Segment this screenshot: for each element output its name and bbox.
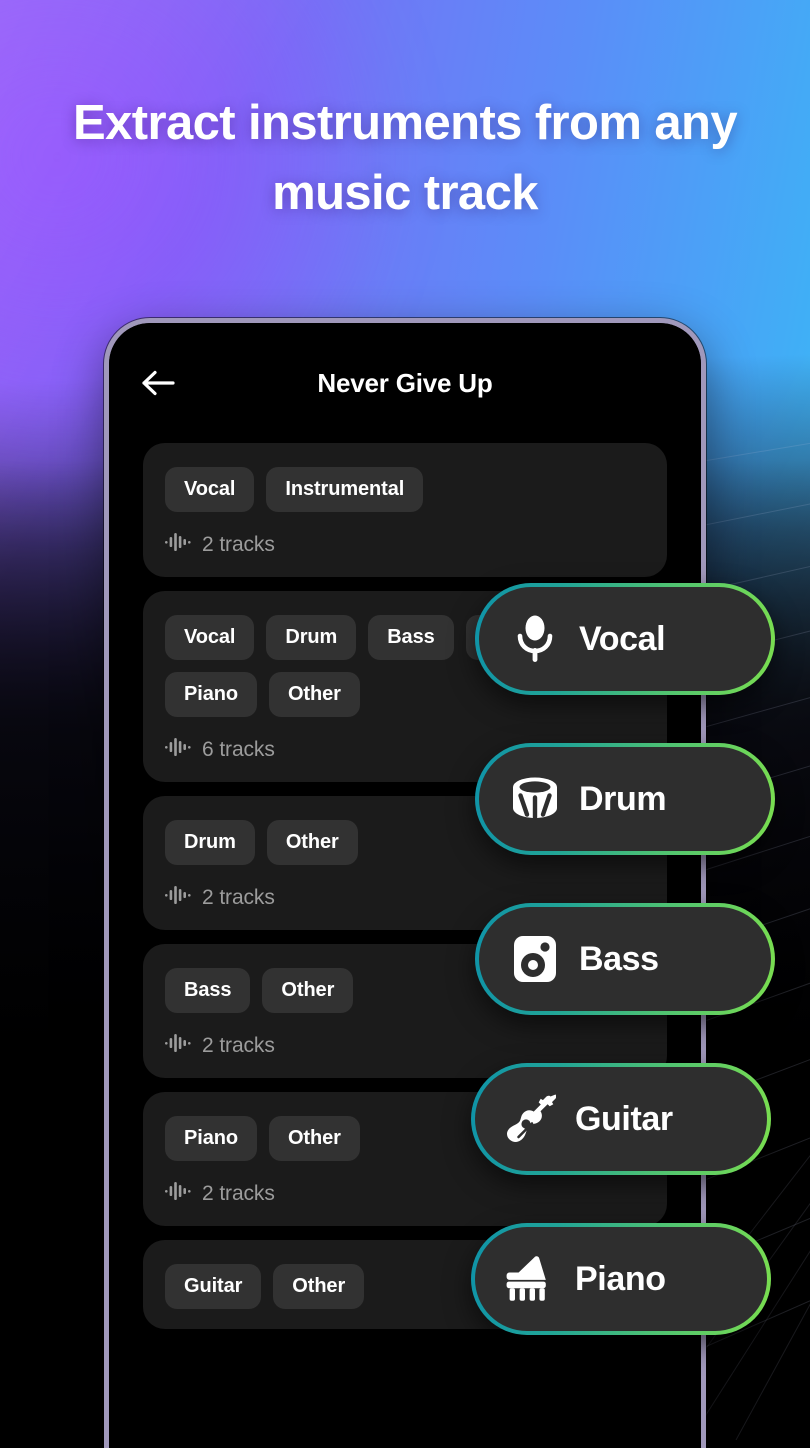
stem-chip-group: Vocal Instrumental [165,467,645,512]
instrument-pill-label: Piano [575,1259,666,1298]
stem-chip[interactable]: Vocal [165,467,255,512]
arrow-left-icon [141,369,175,397]
microphone-icon [509,613,561,665]
piano-icon [505,1253,557,1305]
back-button[interactable] [135,360,181,406]
stem-chip[interactable]: Bass [165,968,251,1013]
waveform-icon [165,737,191,762]
stem-chip[interactable]: Instrumental [266,467,424,512]
track-count: 2 tracks [202,1033,275,1057]
stem-chip[interactable]: Bass [368,615,454,660]
stem-chip[interactable]: Guitar [165,1264,262,1309]
stem-chip[interactable]: Other [268,1116,360,1161]
waveform-icon [165,1181,191,1206]
page-title: Extract instruments from any music track [73,96,738,221]
instrument-pill-bass[interactable]: Bass [475,903,775,1015]
track-title: Never Give Up [317,367,493,398]
drum-icon [509,773,561,825]
card-meta: 2 tracks [165,532,645,557]
stem-chip[interactable]: Vocal [165,615,255,660]
instrument-pill-drum[interactable]: Drum [475,743,775,855]
guitar-icon [505,1093,557,1145]
stem-chip[interactable]: Other [262,968,354,1013]
instrument-pill-label: Bass [579,939,659,978]
waveform-icon [165,885,191,910]
stem-chip[interactable]: Drum [266,615,357,660]
app-bar: Never Give Up [109,323,701,443]
stem-chip[interactable]: Other [268,672,360,717]
waveform-icon [165,532,191,557]
track-count: 2 tracks [202,885,275,909]
instrument-pill-vocal[interactable]: Vocal [475,583,775,695]
stem-chip[interactable]: Other [273,1264,365,1309]
card-meta: 2 tracks [165,1033,645,1058]
card-meta: 2 tracks [165,1181,645,1206]
instrument-pill-piano[interactable]: Piano [471,1223,771,1335]
instrument-pill-label: Guitar [575,1099,673,1138]
separation-card[interactable]: Vocal Instrumental 2 tracks [143,443,667,577]
waveform-icon [165,1033,191,1058]
track-count: 2 tracks [202,1181,275,1205]
stem-chip[interactable]: Piano [165,672,257,717]
instrument-pill-guitar[interactable]: Guitar [471,1063,771,1175]
stem-chip[interactable]: Drum [165,820,255,865]
stem-chip[interactable]: Piano [165,1116,257,1161]
instrument-pill-label: Vocal [579,619,666,658]
stem-chip[interactable]: Other [266,820,358,865]
separation-results-list: Vocal Instrumental 2 tracks Vocal Drum B… [109,443,701,1329]
track-count: 6 tracks [202,737,275,761]
bass-amp-icon [509,933,561,985]
instrument-pill-label: Drum [579,779,667,818]
track-count: 2 tracks [202,532,275,556]
